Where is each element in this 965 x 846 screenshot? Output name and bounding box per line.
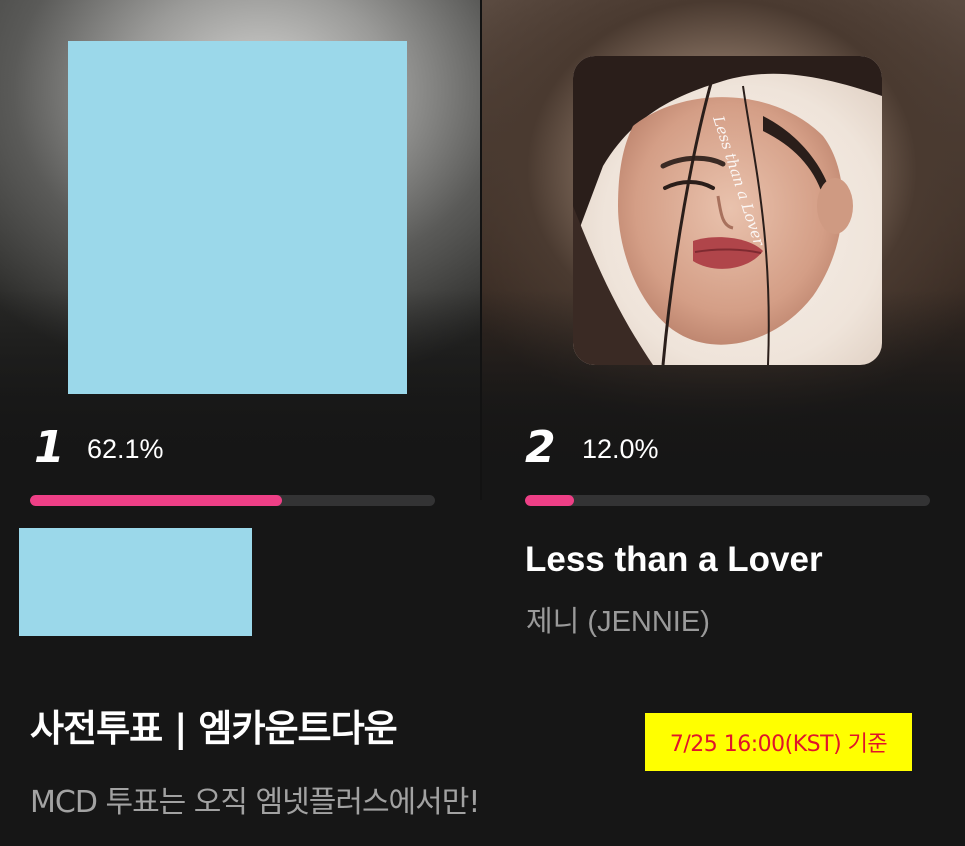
album-art-image: Less than a Lover [573, 56, 882, 365]
rank-2-artist-name[interactable]: 제니 (JENNIE) [526, 598, 710, 640]
rank-1-number: 1 [34, 422, 65, 473]
rank-1-progress-bar [30, 495, 435, 506]
card-divider [480, 0, 482, 500]
rank-1-song-info-redacted[interactable] [19, 528, 252, 636]
rank-1-progress-fill [30, 495, 282, 506]
rank-2-percent: 12.0% [582, 434, 659, 464]
rank-2-progress-bar [525, 495, 930, 506]
vote-subline: MCD 투표는 오직 엠넷플러스에서만! [30, 785, 480, 820]
rank-2-progress-fill [525, 495, 574, 506]
vote-ranking-page: Less than a Lover 1 62.1% 2 12.0% Less t… [0, 0, 965, 846]
rank-2-album-art[interactable]: Less than a Lover [573, 56, 882, 365]
timestamp-badge: 7/25 16:00(KST) 기준 [645, 713, 912, 771]
timestamp-text: 7/25 16:00(KST) 기준 [669, 732, 888, 757]
rank-2-song-title[interactable]: Less than a Lover [525, 540, 823, 580]
rank-2-number: 2 [525, 422, 556, 473]
rank-1-album-art-redacted[interactable] [68, 41, 407, 394]
rank-1-percent: 62.1% [87, 434, 164, 464]
vote-headline: 사전투표 | 엠카운트다운 [30, 707, 398, 750]
